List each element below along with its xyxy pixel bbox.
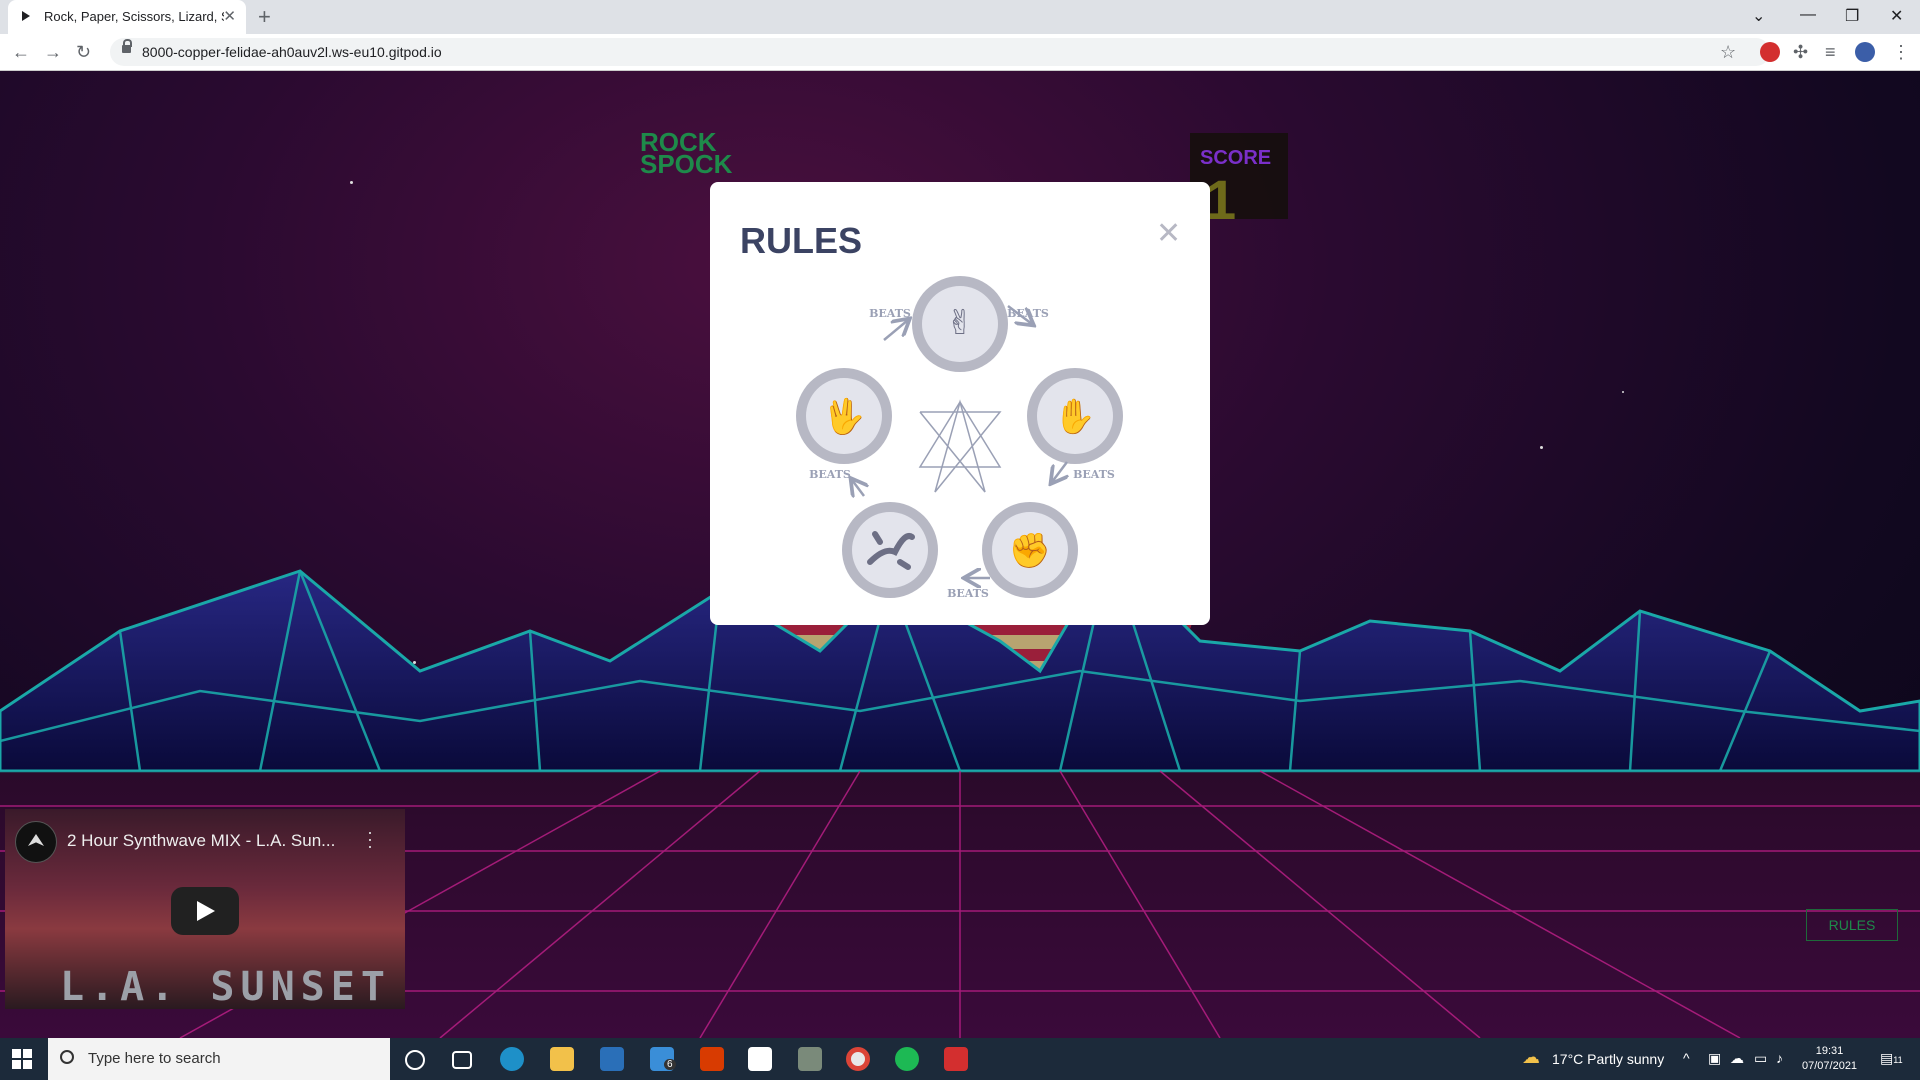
restore-button[interactable]: ❐ [1845,6,1859,26]
search-placeholder: Type here to search [88,1050,221,1067]
extension-icon[interactable] [1760,42,1780,62]
token-scissors: ✌ [912,276,1008,372]
token-lizard [842,502,938,598]
mail-badge: 6 [664,1059,676,1070]
beats-label: BEATS [869,307,911,320]
extensions-puzzle-icon[interactable]: ✣ [1793,42,1808,63]
token-paper: ✋ [1027,368,1123,464]
lock-icon [122,39,132,53]
clock[interactable]: 19:31 07/07/2021 [1802,1044,1857,1074]
url-text: 8000-copper-felidae-ah0auv2l.ws-eu10.git… [142,44,442,60]
taskbar-search-box[interactable]: Type here to search [48,1038,390,1080]
new-tab-button[interactable]: + [258,4,271,30]
clock-time: 19:31 [1815,1045,1844,1057]
token-spock: 🖖 [796,368,892,464]
clock-date: 07/07/2021 [1802,1060,1858,1072]
network-icon[interactable]: ▭ [1754,1050,1767,1067]
volume-icon[interactable]: ♪ [1776,1050,1783,1066]
weather-text[interactable]: 17°C Partly sunny [1552,1051,1664,1067]
notifications-icon[interactable]: ▤11 [1880,1050,1903,1067]
bookmark-star-icon[interactable]: ☆ [1720,42,1736,63]
cortana-icon[interactable] [405,1050,425,1070]
rock-icon: ✊ [1009,531,1051,571]
modal-title: RULES [740,220,863,261]
close-window-button[interactable]: ✕ [1890,6,1903,26]
edge-icon[interactable] [500,1047,524,1071]
store-icon[interactable] [600,1047,624,1071]
tab-search-icon[interactable]: ⌄ [1752,6,1765,26]
search-icon [60,1050,74,1064]
task-view-icon[interactable] [452,1051,472,1069]
close-tab-icon[interactable]: ✕ [223,7,236,25]
chrome-menu-icon[interactable]: ⋮ [1892,42,1910,63]
weather-icon[interactable]: ☁ [1522,1047,1540,1068]
minimize-button[interactable]: — [1800,6,1816,24]
rules-button[interactable]: RULES [1806,909,1898,941]
beats-label: BEATS [947,587,989,600]
spock-icon: 🖖 [823,397,865,439]
game-title: ROCK SPOCK [640,129,733,179]
token-rock: ✊ [982,502,1078,598]
play-icon [22,11,30,21]
beats-label: BEATS [809,468,851,481]
url-field[interactable]: 8000-copper-felidae-ah0auv2l.ws-eu10.git… [110,38,1770,66]
game-page: ROCK SPOCK SCORE 1 RULES 2 Hour Synthwav… [0,71,1920,1038]
video-menu-icon[interactable]: · · · [367,823,373,855]
windows-taskbar: Type here to search 6 ☁ 17°C Partly sunn… [0,1038,1920,1080]
spotify-icon[interactable] [895,1047,919,1071]
profile-avatar[interactable] [1855,42,1875,62]
tab-title: Rock, Paper, Scissors, Lizard, Spock [44,9,224,24]
scissors-icon: ✌ [946,303,975,343]
video-title[interactable]: 2 Hour Synthwave MIX - L.A. Sun... [67,831,335,851]
back-arrow-icon[interactable]: ← [12,42,30,63]
paper-icon: ✋ [1054,397,1096,437]
windows-start-icon[interactable] [12,1049,32,1069]
video-caption: L.A. SUNSET [60,964,391,1009]
rules-modal: RULES ✕ ✌ ✋ ✊ 🖖 BEATS BEATS BEATS BEATS … [710,182,1210,625]
notification-badge: 11 [1893,1055,1903,1065]
beats-label: BEATS [1007,307,1049,320]
app-icon[interactable] [798,1047,822,1071]
close-modal-icon[interactable]: ✕ [1156,216,1181,251]
chrome-icon[interactable] [846,1047,870,1071]
rules-diagram: ✌ ✋ ✊ 🖖 BEATS BEATS BEATS BEATS BEATS [796,276,1123,600]
app-icon[interactable] [748,1047,772,1071]
address-bar-row: ← → ↻ 8000-copper-felidae-ah0auv2l.ws-eu… [0,34,1920,71]
reload-icon[interactable]: ↻ [76,42,91,63]
video-embed[interactable]: 2 Hour Synthwave MIX - L.A. Sun... · · · L… [5,809,405,1009]
file-explorer-icon[interactable] [550,1047,574,1071]
onedrive-icon[interactable]: ☁ [1730,1050,1744,1067]
beats-label: BEATS [1073,468,1115,481]
browser-tab[interactable]: Rock, Paper, Scissors, Lizard, Spock ✕ [8,0,246,34]
chevron-up-icon[interactable]: ^ [1683,1050,1690,1066]
media-control-icon[interactable]: ≡ [1825,42,1836,63]
browser-tab-bar: Rock, Paper, Scissors, Lizard, Spock ✕ +… [0,0,1920,34]
title-line-2: SPOCK [640,149,733,179]
play-button[interactable] [171,887,239,935]
mail-icon[interactable]: 6 [650,1047,676,1071]
tray-app-icon[interactable]: ▣ [1708,1050,1721,1067]
office-icon[interactable] [700,1047,724,1071]
channel-avatar[interactable] [15,821,57,863]
forward-arrow-icon[interactable]: → [44,42,62,63]
app-icon[interactable] [944,1047,968,1071]
